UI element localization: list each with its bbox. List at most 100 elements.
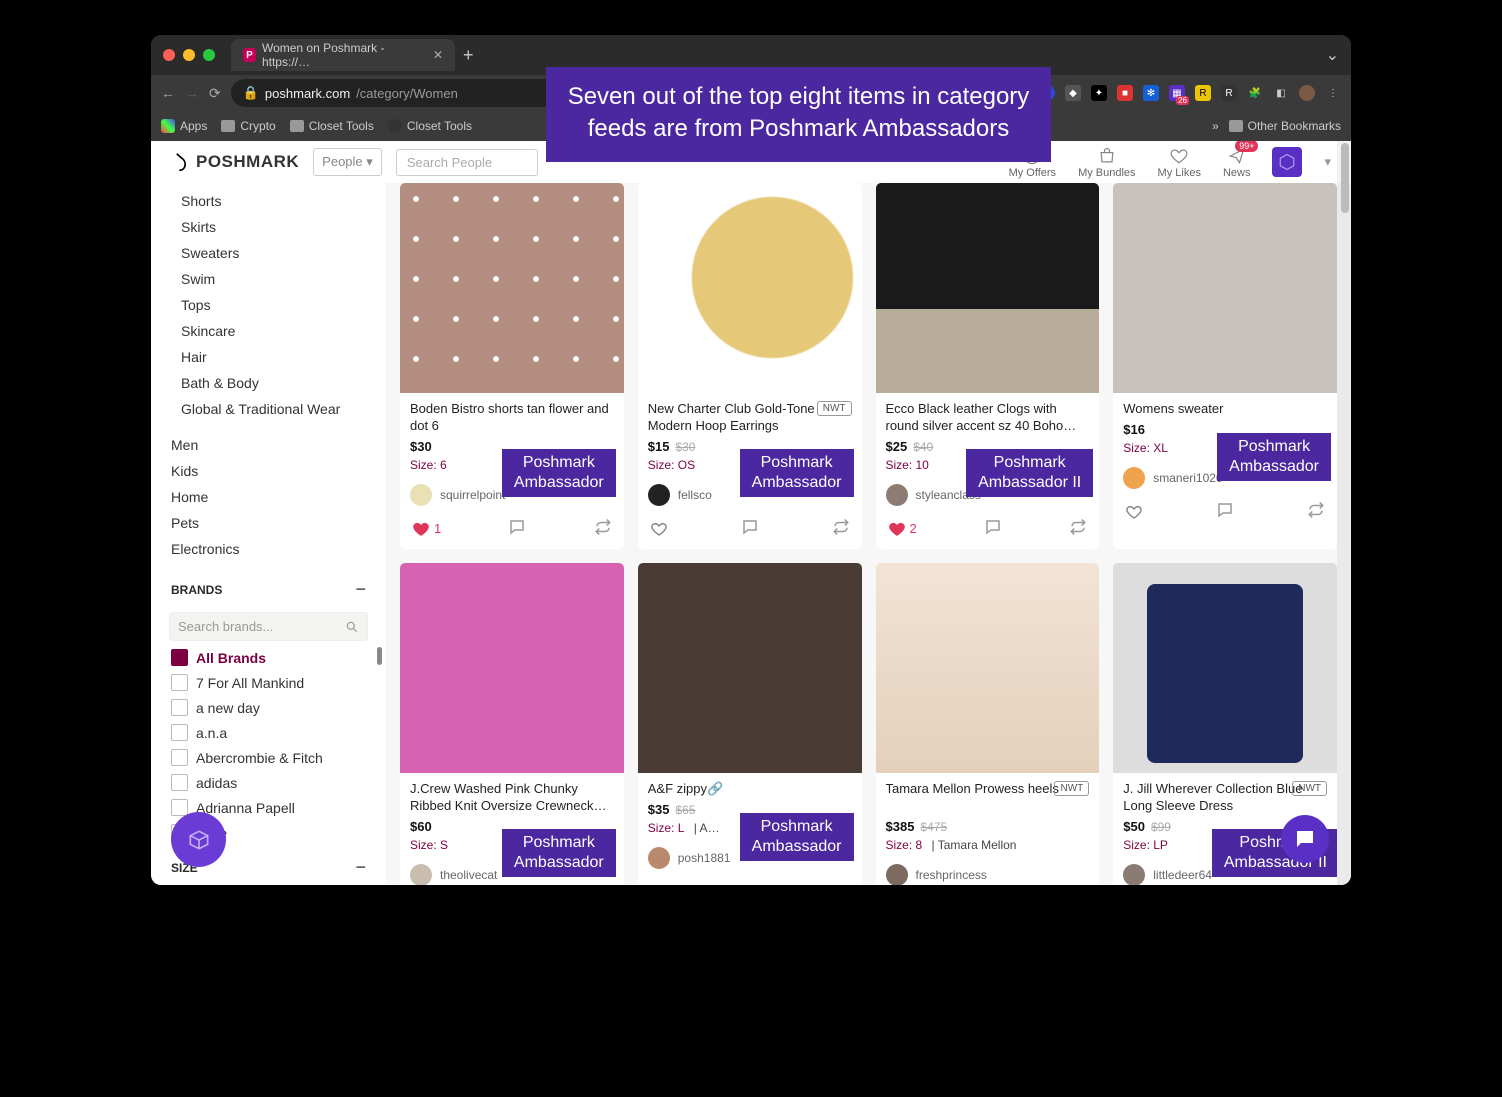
bookmarks-overflow[interactable]: » — [1212, 119, 1219, 133]
bookmark-folder[interactable]: Closet Tools — [290, 119, 374, 133]
comment-button[interactable] — [1216, 501, 1234, 522]
floating-action-button[interactable] — [171, 812, 226, 867]
browser-menu-button[interactable]: ⋮ — [1325, 85, 1341, 101]
listing-title[interactable]: A&F zippy🔗 — [648, 781, 852, 798]
like-button[interactable]: 1 — [412, 520, 441, 538]
ext-icon[interactable]: ✻ — [1143, 85, 1159, 101]
other-bookmarks[interactable]: Other Bookmarks — [1229, 119, 1341, 133]
category-link[interactable]: Pets — [151, 510, 386, 536]
chevron-down-icon[interactable]: ▾ — [1324, 154, 1331, 170]
category-link[interactable]: Home — [151, 484, 386, 510]
listing-card[interactable]: Womens sweater$16Size: XLPoshmarkAmbassa… — [1113, 183, 1337, 549]
listing-card[interactable]: A&F zippy🔗$35$65Size: L | A…PoshmarkAmba… — [638, 563, 862, 885]
extensions-button[interactable]: 🧩 — [1247, 85, 1263, 101]
category-link[interactable]: Skincare — [151, 318, 386, 344]
search-input[interactable]: Search People — [396, 149, 538, 176]
news-link[interactable]: 99+ News — [1223, 146, 1251, 179]
category-link[interactable]: Shorts — [151, 188, 386, 214]
ext-icon[interactable]: R — [1195, 85, 1211, 101]
brand-filter-all[interactable]: All Brands — [151, 645, 386, 670]
listing-title[interactable]: Boden Bistro shorts tan flower and dot 6 — [410, 401, 614, 435]
tabs-dropdown-button[interactable]: ⌄ — [1326, 45, 1339, 65]
like-button[interactable]: 2 — [888, 520, 917, 538]
share-button[interactable] — [832, 518, 850, 539]
listing-card[interactable]: NWTNew Charter Club Gold-Tone Modern Hoo… — [638, 183, 862, 549]
scrollbar[interactable] — [1337, 141, 1351, 885]
category-link[interactable]: Hair — [151, 344, 386, 370]
forward-button[interactable]: → — [185, 85, 199, 101]
brand-scrollbar[interactable] — [377, 645, 382, 845]
bookmark-folder[interactable]: Crypto — [221, 119, 275, 133]
close-window-button[interactable] — [163, 49, 175, 61]
listing-image[interactable] — [1113, 563, 1337, 773]
original-price: $475 — [920, 820, 947, 834]
my-bundles-link[interactable]: My Bundles — [1078, 146, 1135, 179]
seller-row[interactable]: freshprincess — [876, 858, 1100, 885]
category-link[interactable]: Electronics — [151, 536, 386, 562]
share-button[interactable] — [1069, 518, 1087, 539]
brands-section-header[interactable]: BRANDS− — [151, 567, 386, 608]
ext-icon[interactable]: ■ — [1117, 85, 1133, 101]
listing-card[interactable]: J.Crew Washed Pink Chunky Ribbed Knit Ov… — [400, 563, 624, 885]
category-link[interactable]: Global & Traditional Wear — [151, 396, 386, 422]
profile-icon[interactable] — [1299, 85, 1315, 101]
brand-link[interactable]: | Tamara Mellon — [928, 838, 1016, 852]
my-likes-link[interactable]: My Likes — [1158, 146, 1201, 179]
brand-search-input[interactable]: Search brands... — [169, 612, 368, 641]
listing-title[interactable]: Womens sweater — [1123, 401, 1327, 418]
back-button[interactable]: ← — [161, 85, 175, 101]
like-button[interactable] — [1125, 503, 1143, 521]
category-link[interactable]: Men — [151, 432, 386, 458]
listing-title[interactable]: Ecco Black leather Clogs with round silv… — [886, 401, 1090, 435]
brand-filter-item[interactable]: Abercrombie & Fitch — [151, 745, 386, 770]
share-button[interactable] — [1307, 501, 1325, 522]
category-link[interactable]: Bath & Body — [151, 370, 386, 396]
listing-card[interactable]: Boden Bistro shorts tan flower and dot 6… — [400, 183, 624, 549]
listing-image[interactable] — [638, 183, 862, 393]
share-button[interactable] — [594, 518, 612, 539]
card-actions — [638, 512, 862, 549]
comment-button[interactable] — [741, 518, 759, 539]
listing-image[interactable] — [876, 563, 1100, 773]
maximize-window-button[interactable] — [203, 49, 215, 61]
comment-button[interactable] — [508, 518, 526, 539]
category-link[interactable]: Swim — [151, 266, 386, 292]
brand-filter-item[interactable]: 7 For All Mankind — [151, 670, 386, 695]
browser-tab[interactable]: P Women on Poshmark - https://… ✕ — [231, 39, 455, 71]
ext-icon[interactable]: ◆ — [1065, 85, 1081, 101]
listing-card[interactable]: Ecco Black leather Clogs with round silv… — [876, 183, 1100, 549]
minimize-window-button[interactable] — [183, 49, 195, 61]
collapse-icon: − — [355, 579, 366, 600]
category-link[interactable]: Tops — [151, 292, 386, 318]
listing-image[interactable] — [400, 563, 624, 773]
poshmark-logo[interactable]: POSHMARK — [171, 152, 299, 172]
ext-icon[interactable]: ▦26 — [1169, 85, 1185, 101]
category-link[interactable]: Sweaters — [151, 240, 386, 266]
reload-button[interactable]: ⟳ — [209, 85, 221, 102]
listing-title[interactable]: J.Crew Washed Pink Chunky Ribbed Knit Ov… — [410, 781, 614, 815]
listing-image[interactable] — [638, 563, 862, 773]
search-scope-dropdown[interactable]: People ▾ — [313, 148, 382, 176]
brand-filter-item[interactable]: a.n.a — [151, 720, 386, 745]
brand-link[interactable]: | A… — [690, 821, 719, 835]
category-link[interactable]: Kids — [151, 458, 386, 484]
intercom-chat-button[interactable] — [1281, 815, 1329, 863]
listing-image[interactable] — [400, 183, 624, 393]
brand-filter-item[interactable]: adidas — [151, 770, 386, 795]
like-button[interactable] — [650, 520, 668, 538]
listing-image[interactable] — [1113, 183, 1337, 393]
new-tab-button[interactable]: + — [463, 45, 474, 66]
category-link[interactable]: Skirts — [151, 214, 386, 240]
ext-icon[interactable]: R — [1221, 85, 1237, 101]
bookmark-apps[interactable]: Apps — [161, 119, 207, 133]
side-panel-button[interactable]: ◧ — [1273, 85, 1289, 101]
listing-image[interactable] — [876, 183, 1100, 393]
comment-button[interactable] — [984, 518, 1002, 539]
listing-card[interactable]: NWTTamara Mellon Prowess heels$385$475Si… — [876, 563, 1100, 885]
ext-icon[interactable]: ✦ — [1091, 85, 1107, 101]
user-menu[interactable] — [1272, 147, 1302, 177]
tab-close-button[interactable]: ✕ — [433, 48, 443, 62]
listing-price: $60 — [410, 819, 432, 834]
bookmark-item[interactable]: Closet Tools — [388, 119, 472, 133]
brand-filter-item[interactable]: a new day — [151, 695, 386, 720]
